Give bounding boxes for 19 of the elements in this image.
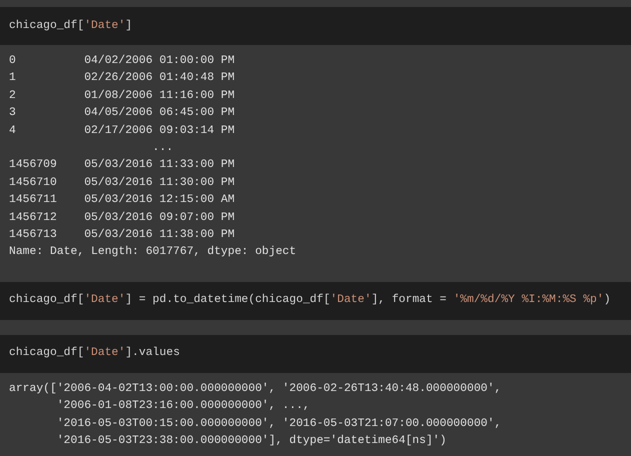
output-line: 4 02/17/2006 09:03:14 PM <box>9 124 236 139</box>
output-line: 3 04/05/2006 06:45:00 PM <box>9 106 236 122</box>
output-line: 0 04/02/2006 01:00:00 PM <box>9 54 236 69</box>
output-line: '2016-05-03T23:38:00.000000000'], dtype='datetime64[ns]') <box>56 434 448 450</box>
output-line: Name: Date, Length: 6017767, dtype: object <box>9 244 298 260</box>
output-line: ... <box>152 141 174 156</box>
output-line: 1456711 05/03/2016 12:15:00 AM <box>9 192 236 208</box>
output-line: 1456709 05/03/2016 11:33:00 PM <box>9 158 236 174</box>
output-line: 1 02/26/2006 01:40:48 PM <box>9 70 236 86</box>
output-line: 1456710 05/03/2016 11:30:00 PM <box>9 176 236 191</box>
code-line[interactable]: chicago_df['Date'] <box>9 18 132 34</box>
code-line[interactable]: chicago_df['Date'] = pd.to_datetime(chicago_df['Date'], format = '%m/%d/%Y %I:%M:%S %p') <box>9 292 611 310</box>
output-line: 2 01/08/2006 11:16:00 PM <box>9 88 236 104</box>
output-line: '2006-01-08T23:16:00.000000000', ..., <box>56 398 311 414</box>
output-line: '2016-05-03T00:15:00.000000000', '2016-05-03T21:07:00.000000000', <box>56 416 502 432</box>
output-line: 1456713 05/03/2016 11:38:00 PM <box>9 228 236 244</box>
code-line[interactable]: chicago_df['Date'].values <box>9 345 180 362</box>
output-line: array(['2006-04-02T13:00:00.000000000', '2006-02-26T13:40:48.000000000', <box>9 382 502 397</box>
output-line: 1456712 05/03/2016 09:07:00 PM <box>9 210 236 226</box>
